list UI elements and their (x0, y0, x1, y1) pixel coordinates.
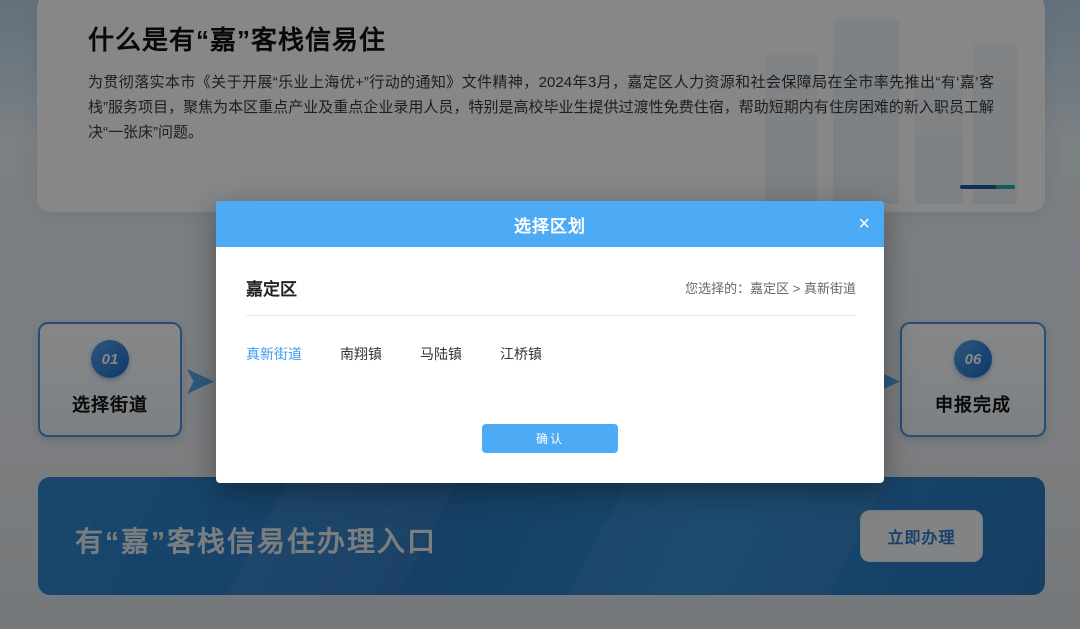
divider (246, 315, 856, 316)
street-tab-zhenxin[interactable]: 真新街道 (246, 344, 302, 364)
street-tab-jiangqiao[interactable]: 江桥镇 (500, 344, 542, 364)
district-select-dialog: 选择区划 × 嘉定区 您选择的：嘉定区 > 真新街道 真新街道 南翔镇 马陆镇 … (216, 201, 884, 483)
selection-breadcrumb: 您选择的：嘉定区 > 真新街道 (685, 278, 856, 297)
modal-header: 选择区划 × (216, 201, 884, 247)
close-icon[interactable]: × (858, 214, 870, 234)
street-tab-malu[interactable]: 马陆镇 (420, 344, 462, 364)
district-name: 嘉定区 (246, 275, 297, 300)
street-tabs: 真新街道 南翔镇 马陆镇 江桥镇 (246, 344, 580, 364)
modal-title: 选择区划 (514, 212, 586, 237)
confirm-button[interactable]: 确认 (482, 424, 618, 453)
modal-body: 嘉定区 您选择的：嘉定区 > 真新街道 真新街道 南翔镇 马陆镇 江桥镇 确认 (216, 247, 884, 483)
street-tab-nanxiang[interactable]: 南翔镇 (340, 344, 382, 364)
district-row: 嘉定区 您选择的：嘉定区 > 真新街道 (246, 275, 856, 300)
